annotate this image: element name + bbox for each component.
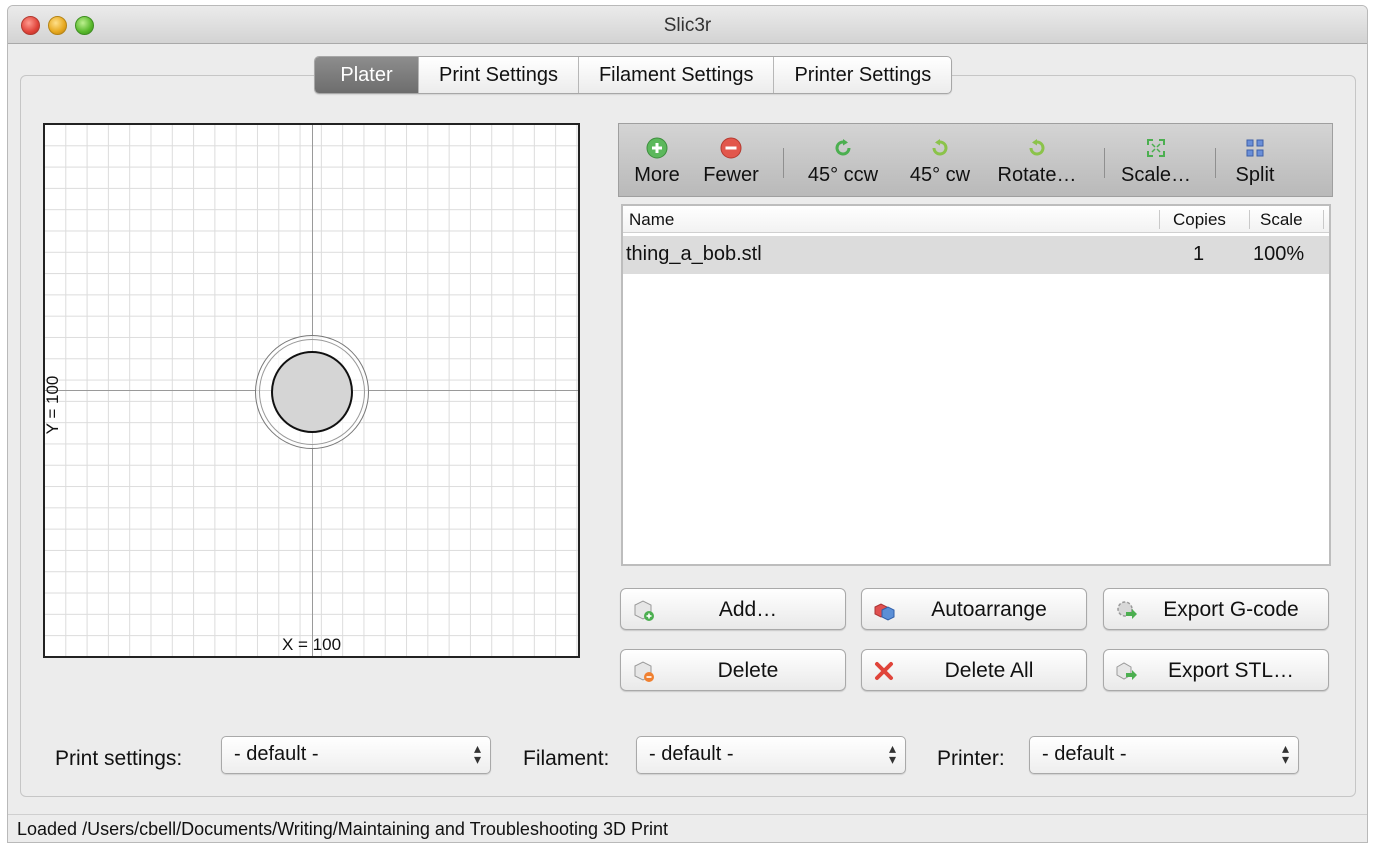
- export-stl-button-label: Export STL…: [1167, 659, 1295, 682]
- object-name-cell: thing_a_bob.stl: [626, 243, 762, 265]
- column-separator: [1323, 210, 1324, 229]
- print-settings-label: Print settings:: [55, 747, 183, 770]
- add-button[interactable]: Add…: [620, 588, 846, 630]
- plater-canvas[interactable]: X = 100 Y = 100: [43, 123, 580, 658]
- column-header-name[interactable]: Name: [629, 210, 674, 230]
- export-stl-button[interactable]: Export STL…: [1103, 649, 1329, 691]
- rotate-cw-button[interactable]: 45° cw: [901, 124, 979, 196]
- tab-plater[interactable]: Plater: [315, 57, 419, 93]
- delete-all-button-label: Delete All: [944, 659, 1034, 682]
- printer-select[interactable]: - default - ▴ ▾: [1029, 736, 1299, 774]
- x-dimension-label: X = 100: [281, 635, 342, 654]
- tab-printer-settings[interactable]: Printer Settings: [774, 57, 951, 93]
- toolbar-separator: [1215, 148, 1216, 178]
- tab-filament-settings[interactable]: Filament Settings: [579, 57, 775, 93]
- print-settings-select[interactable]: - default - ▴ ▾: [221, 736, 491, 774]
- object-scale-cell: 100%: [1253, 243, 1305, 265]
- object-list-header: Name Copies Scale: [623, 206, 1329, 233]
- y-dimension-label: Y = 100: [43, 375, 62, 435]
- remove-icon: [720, 137, 742, 159]
- more-label: More: [634, 164, 680, 186]
- rotate-ccw-label: 45° ccw: [807, 164, 879, 186]
- printer-value: - default -: [1042, 743, 1127, 765]
- toolbar-separator: [1104, 148, 1105, 178]
- column-header-scale[interactable]: Scale: [1260, 210, 1303, 230]
- rotate-ccw-button[interactable]: 45° ccw: [799, 124, 887, 196]
- toolbar-separator: [783, 148, 784, 178]
- select-arrows-icon: ▴ ▾: [1281, 740, 1289, 767]
- column-header-copies[interactable]: Copies: [1173, 210, 1226, 230]
- rotate-button[interactable]: Rotate…: [991, 124, 1083, 196]
- add-object-icon: [634, 600, 654, 621]
- delete-all-icon: [875, 662, 893, 680]
- print-settings-value: - default -: [234, 743, 319, 765]
- scale-label: Scale…: [1120, 164, 1192, 186]
- object-toolbar: More Fewer 45° ccw 45° cw Rotate… Scale……: [618, 123, 1333, 197]
- filament-value: - default -: [649, 743, 734, 765]
- select-arrows-icon: ▴ ▾: [473, 740, 481, 767]
- export-gcode-button[interactable]: Export G-code: [1103, 588, 1329, 630]
- object-thing-a-bob[interactable]: [271, 351, 353, 433]
- delete-button-label: Delete: [717, 659, 779, 682]
- object-copies-cell: 1: [1193, 243, 1205, 265]
- column-separator: [1249, 210, 1250, 229]
- rotate-label: Rotate…: [997, 164, 1077, 186]
- select-arrows-icon: ▴ ▾: [888, 740, 896, 767]
- split-label: Split: [1235, 164, 1275, 186]
- delete-button[interactable]: Delete: [620, 649, 846, 691]
- split-button[interactable]: Split: [1227, 124, 1283, 196]
- add-icon: [646, 137, 668, 159]
- status-bar: Loaded /Users/cbell/Documents/Writing/Ma…: [8, 814, 1367, 842]
- autoarrange-icon: [874, 603, 895, 621]
- delete-object-icon: [634, 661, 654, 682]
- export-gcode-button-label: Export G-code: [1163, 598, 1299, 621]
- fewer-button[interactable]: Fewer: [695, 124, 767, 196]
- rotate-icon: [1029, 139, 1045, 156]
- export-gcode-icon: [1117, 601, 1137, 619]
- add-button-label: Add…: [718, 598, 778, 621]
- delete-all-button[interactable]: Delete All: [861, 649, 1087, 691]
- printer-label: Printer:: [937, 747, 1005, 770]
- status-text: Loaded /Users/cbell/Documents/Writing/Ma…: [17, 819, 669, 839]
- rotate-ccw-icon: [835, 139, 851, 156]
- filament-label: Filament:: [523, 747, 610, 770]
- rotate-cw-label: 45° cw: [909, 164, 971, 186]
- column-separator: [1159, 210, 1160, 229]
- title-bar: Slic3r: [8, 6, 1367, 44]
- tab-bar: Plater Print Settings Filament Settings …: [314, 56, 953, 94]
- autoarrange-button-label: Autoarrange: [931, 598, 1047, 621]
- export-stl-icon: [1116, 662, 1137, 680]
- split-icon: [1246, 139, 1264, 157]
- object-list[interactable]: Name Copies Scale thing_a_bob.stl 1 100%: [621, 204, 1331, 566]
- fewer-label: Fewer: [703, 164, 759, 186]
- window-title: Slic3r: [663, 15, 712, 36]
- rotate-cw-icon: [932, 139, 948, 156]
- table-row[interactable]: thing_a_bob.stl 1 100%: [623, 236, 1329, 274]
- scale-button[interactable]: Scale…: [1116, 124, 1196, 196]
- filament-select[interactable]: - default - ▴ ▾: [636, 736, 906, 774]
- tab-print-settings[interactable]: Print Settings: [419, 57, 579, 93]
- app-window: Slic3r Plater Print Settings Filament Se…: [7, 5, 1368, 843]
- more-button[interactable]: More: [627, 124, 687, 196]
- scale-icon: [1147, 139, 1165, 157]
- autoarrange-button[interactable]: Autoarrange: [861, 588, 1087, 630]
